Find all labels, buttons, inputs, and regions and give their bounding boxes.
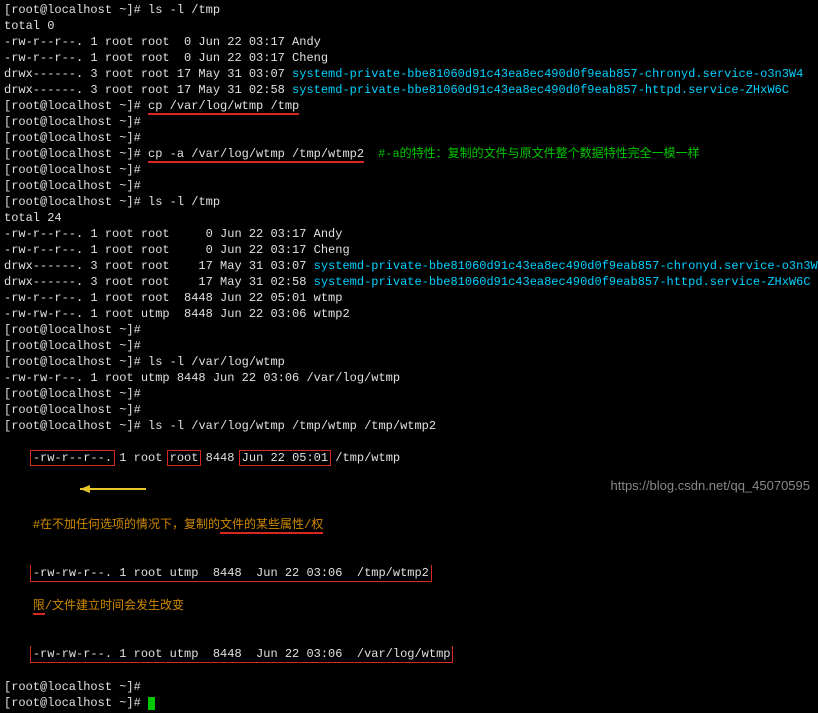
ls-row: -rw-r--r--. 1 root root 0 Jun 22 03:17 A… — [4, 226, 814, 242]
ls-dirname: systemd-private-bbe81060d91c43ea8ec490d0… — [314, 275, 811, 289]
ls-row: -rw-r--r--. 1 root root 0 Jun 22 03:17 C… — [4, 242, 814, 258]
cursor[interactable] — [148, 697, 155, 710]
prompt: [root@localhost ~]# — [4, 680, 148, 694]
prompt: [root@localhost ~]# — [4, 131, 148, 145]
cmd-cp-a: cp -a /var/log/wtmp /tmp/wtmp2 — [148, 147, 364, 163]
comment-a-flag: #-a的特性：复制的文件与原文件整个数据特性完全一模一样 — [378, 147, 700, 161]
prompt: [root@localhost ~]# — [4, 355, 148, 369]
ls-prefix: drwx------. 3 root root 17 May 31 02:58 — [4, 83, 292, 97]
prompt: [root@localhost ~]# — [4, 179, 148, 193]
cmd-ls: ls -l /var/log/wtmp /tmp/wtmp /tmp/wtmp2 — [148, 419, 436, 433]
output-total: total 24 — [4, 210, 814, 226]
cmd-ls: ls -l /tmp — [148, 195, 220, 209]
prompt: [root@localhost ~]# — [4, 195, 148, 209]
ls-prefix: drwx------. 3 root root 17 May 31 02:58 — [4, 275, 314, 289]
comment-default-3: 限 — [33, 599, 45, 615]
ls-prefix: drwx------. 3 root root 17 May 31 03:07 — [4, 67, 292, 81]
prompt: [root@localhost ~]# — [4, 403, 148, 417]
ls-row: -rw-rw-r--. 1 root utmp 8448 Jun 22 03:0… — [4, 370, 814, 386]
prompt: [root@localhost ~]# — [4, 419, 148, 433]
prompt: [root@localhost ~]# — [4, 3, 148, 17]
prompt: [root@localhost ~]# — [4, 147, 148, 161]
group-field: root — [170, 451, 199, 465]
ls-row: -rw-rw-r--. 1 root utmp 8448 Jun 22 03:0… — [4, 306, 814, 322]
prompt: [root@localhost ~]# — [4, 99, 148, 113]
arrow-icon — [33, 466, 156, 517]
prompt: [root@localhost ~]# — [4, 163, 148, 177]
ls-dirname: systemd-private-bbe81060d91c43ea8ec490d0… — [292, 83, 789, 97]
perm-field: -rw-r--r--. — [33, 451, 112, 465]
ls-row: -rw-r--r--. 1 root root 0 Jun 22 03:17 C… — [4, 50, 814, 66]
ls-text: /tmp/wtmp — [328, 451, 400, 465]
prompt: [root@localhost ~]# — [4, 115, 148, 129]
prompt: [root@localhost ~]# — [4, 696, 148, 710]
ls-prefix: drwx------. 3 root root 17 May 31 03:07 — [4, 259, 314, 273]
prompt: [root@localhost ~]# — [4, 323, 148, 337]
ls-row: -rw-r--r--. 1 root root 8448 Jun 22 05:0… — [4, 290, 814, 306]
ls-row-boxed: -rw-rw-r--. 1 root utmp 8448 Jun 22 03:0… — [30, 646, 454, 663]
ls-text: 8448 — [198, 451, 241, 465]
watermark: https://blog.csdn.net/qq_45070595 — [611, 478, 811, 494]
ls-dirname: systemd-private-bbe81060d91c43ea8ec490d0… — [314, 259, 818, 273]
cmd-ls: ls -l /tmp — [148, 3, 220, 17]
date-field: Jun 22 05:01 — [242, 451, 328, 465]
cmd-cp: cp /var/log/wtmp /tmp — [148, 99, 299, 115]
ls-dirname: systemd-private-bbe81060d91c43ea8ec490d0… — [292, 67, 803, 81]
comment-default-1: #在不加任何选项的情况下，复制的 — [33, 518, 220, 532]
terminal-output: [root@localhost ~]# ls -l /tmp total 0 -… — [0, 0, 818, 713]
prompt: [root@localhost ~]# — [4, 339, 148, 353]
comment-default-4: /文件建立时间会发生改变 — [45, 599, 184, 613]
ls-text: 1 root — [112, 451, 170, 465]
cmd-ls: ls -l /var/log/wtmp — [148, 355, 285, 369]
ls-row: -rw-r--r--. 1 root root 0 Jun 22 03:17 A… — [4, 34, 814, 50]
output-total: total 0 — [4, 18, 814, 34]
prompt: [root@localhost ~]# — [4, 387, 148, 401]
comment-default-2: 文件的某些属性/权 — [220, 518, 323, 534]
ls-row-boxed: -rw-rw-r--. 1 root utmp 8448 Jun 22 03:0… — [30, 565, 432, 582]
